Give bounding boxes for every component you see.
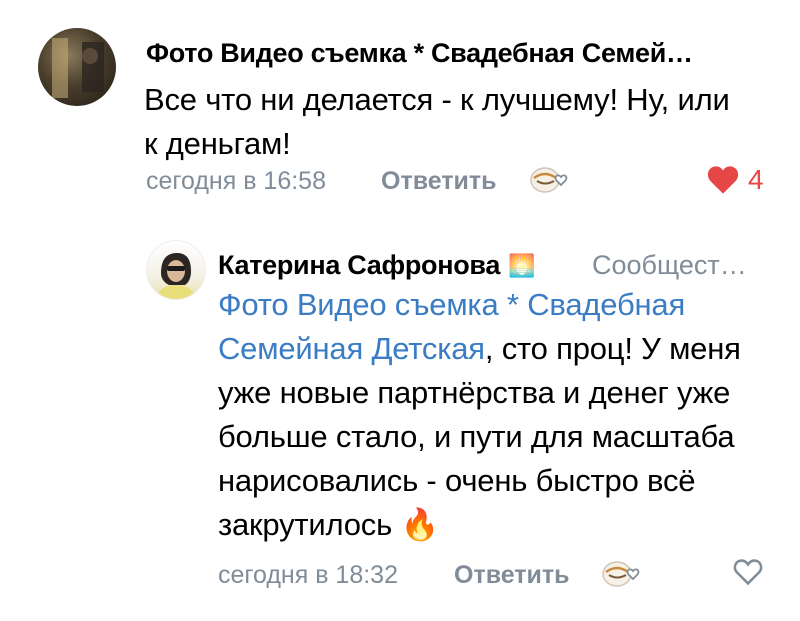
comment-timestamp: сегодня в 16:58 <box>146 167 326 195</box>
author-name: Катерина Сафронова <box>218 250 501 280</box>
reaction-picker-icon[interactable] <box>600 556 646 590</box>
comment-author[interactable]: Фото Видео съемка * Свадебная Семей… <box>146 38 766 69</box>
like-count: 4 <box>748 164 764 195</box>
reply-button[interactable]: Ответить <box>454 561 570 590</box>
comment-timestamp: сегодня в 18:32 <box>218 561 398 589</box>
reaction-picker-icon[interactable] <box>528 162 574 196</box>
avatar[interactable] <box>146 240 206 300</box>
community-label[interactable]: Сообщест… <box>592 250 747 281</box>
reply-button[interactable]: Ответить <box>381 167 497 196</box>
comment-author[interactable]: Катерина Сафронова 🌅 <box>218 250 558 281</box>
author-status-emoji: 🌅 <box>508 252 536 278</box>
avatar[interactable] <box>38 28 116 106</box>
like-button[interactable]: 4 <box>706 164 764 196</box>
comment-text: Все что ни делается - к лучшему! Ну, или… <box>144 82 730 161</box>
comment-text: Фото Видео съемка * Свадебная Семейная Д… <box>218 283 758 547</box>
heart-outline-icon[interactable] <box>732 558 764 586</box>
heart-filled-icon <box>707 166 739 194</box>
